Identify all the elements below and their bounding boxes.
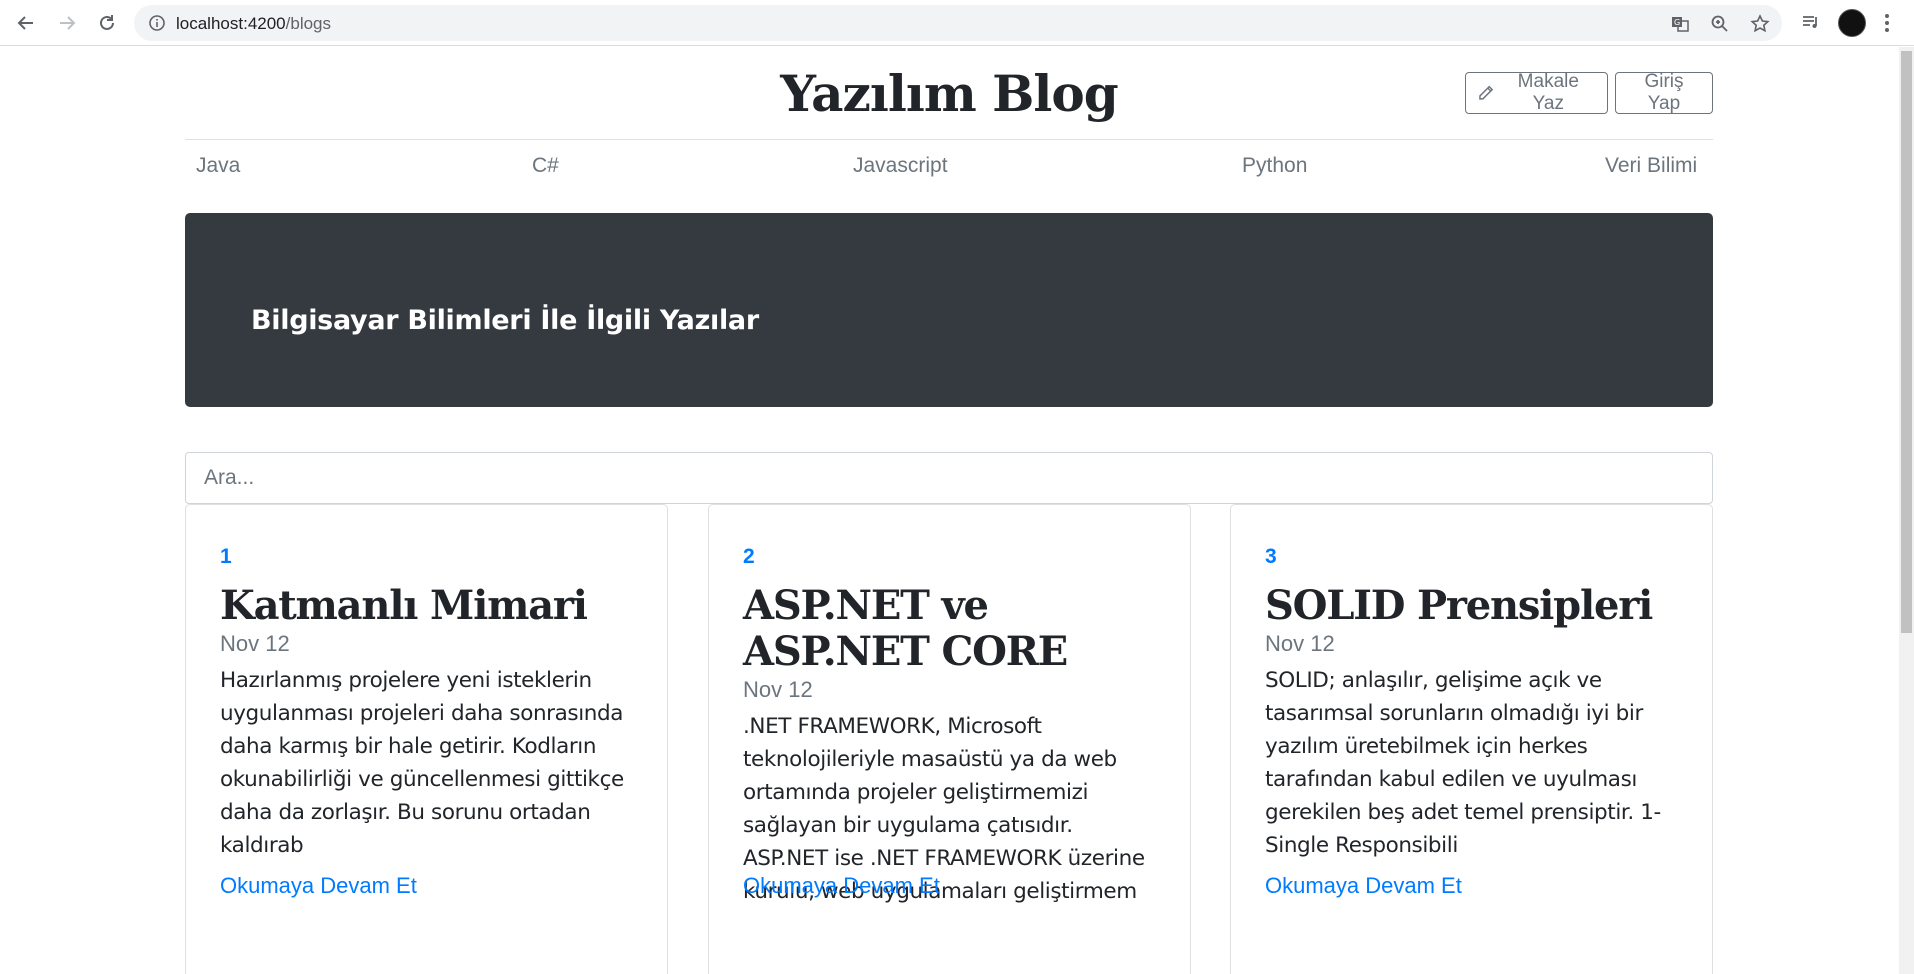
jumbotron: Bilgisayar Bilimleri İle İlgili Yazılar <box>185 213 1713 407</box>
read-more-link[interactable]: Okumaya Devam Et <box>1265 873 1462 899</box>
post-card: 2 ASP.NET ve ASP.NET CORE Nov 12 .NET FR… <box>708 504 1191 974</box>
post-card: 3 SOLID Prensipleri Nov 12 SOLID; anlaşı… <box>1230 504 1713 974</box>
category-link-python[interactable]: Python <box>1242 154 1307 178</box>
category-link-java[interactable]: Java <box>196 154 240 178</box>
post-excerpt: Hazırlanmış projelere yeni isteklerin uy… <box>220 668 624 858</box>
zoom-icon[interactable] <box>1710 14 1730 34</box>
write-article-label: Makale Yaz <box>1517 71 1579 114</box>
media-icon[interactable] <box>1801 12 1821 32</box>
category-link-data-science[interactable]: Veri Bilimi <box>1605 154 1697 178</box>
forward-arrow-icon <box>60 16 76 30</box>
search-box <box>185 452 1713 504</box>
post-date: Nov 12 <box>743 677 813 702</box>
back-arrow-icon <box>17 16 33 30</box>
post-title: ASP.NET ve ASP.NET CORE <box>743 582 1068 675</box>
search-input[interactable] <box>186 453 1712 503</box>
pencil-icon <box>1479 85 1494 100</box>
read-more-link[interactable]: Okumaya Devam Et <box>220 873 417 899</box>
post-card: 1 Katmanlı Mimari Nov 12 Hazırlanmış pro… <box>185 504 668 974</box>
info-icon <box>149 15 165 31</box>
reload-icon <box>100 15 114 30</box>
avatar[interactable] <box>1838 9 1866 37</box>
post-excerpt: SOLID; anlaşılır, gelişime açık ve tasar… <box>1265 668 1661 858</box>
menu-dots-icon[interactable] <box>1884 12 1890 34</box>
category-link-javascript[interactable]: Javascript <box>853 154 948 178</box>
post-title: Katmanlı Mimari <box>220 582 588 629</box>
post-date: Nov 12 <box>1265 631 1335 656</box>
category-link-csharp[interactable]: C# <box>532 154 559 178</box>
scrollbar[interactable] <box>1899 47 1914 974</box>
jumbotron-heading: Bilgisayar Bilimleri İle İlgili Yazılar <box>251 305 759 336</box>
forward-button[interactable] <box>54 10 80 36</box>
category-nav: Java C# Javascript Python Veri Bilimi <box>185 140 1713 212</box>
post-date: Nov 12 <box>220 631 290 656</box>
write-article-button[interactable]: Makale Yaz <box>1465 71 1608 114</box>
blog-header: Yazılım Blog Makale Yaz Giriş Yap <box>185 47 1713 140</box>
read-more-link[interactable]: Okumaya Devam Et <box>743 873 940 899</box>
page-container: Yazılım Blog Makale Yaz Giriş Yap Java C… <box>185 47 1713 974</box>
scrollbar-thumb[interactable] <box>1901 51 1912 633</box>
browser-toolbar: localhost:4200/blogs G <box>0 0 1914 46</box>
address-bar[interactable]: localhost:4200/blogs G <box>134 5 1782 41</box>
login-button[interactable]: Giriş Yap <box>1615 71 1713 114</box>
back-button[interactable] <box>13 10 39 36</box>
post-number: 3 <box>1265 545 1277 568</box>
translate-icon[interactable]: G <box>1670 14 1690 34</box>
svg-text:G: G <box>1674 18 1680 27</box>
post-number: 1 <box>220 545 232 568</box>
reload-button[interactable] <box>94 10 120 36</box>
post-title: SOLID Prensipleri <box>1265 582 1653 629</box>
url-text: localhost:4200/blogs <box>176 14 332 33</box>
post-number: 2 <box>743 545 755 568</box>
star-icon[interactable] <box>1750 14 1770 34</box>
login-label: Giriş Yap <box>1644 71 1684 114</box>
